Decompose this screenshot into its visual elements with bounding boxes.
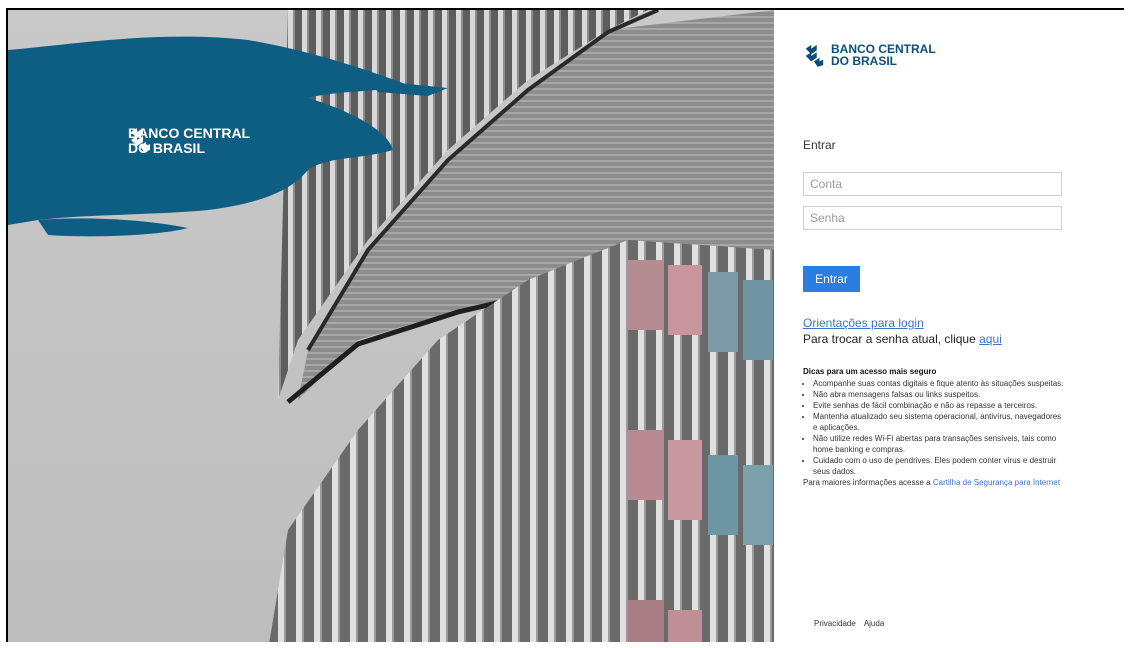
security-tips: Dicas para um acesso mais seguro Acompan… [803, 366, 1065, 488]
tips-heading: Dicas para um acesso mais seguro [803, 367, 937, 376]
privacy-link[interactable]: Privacidade [814, 619, 856, 628]
photo-brand-logo: BANCO CENTRAL DO BRASIL [128, 126, 250, 156]
tip-item: Cuidado com o uso de pendrives. Eles pod… [813, 455, 1065, 477]
change-password-link[interactable]: aqui [979, 332, 1002, 346]
tip-item: Acompanhe suas contas digitais e fique a… [813, 378, 1065, 389]
footer: Privacidade Ajuda [814, 619, 884, 628]
building-illustration [8, 10, 774, 642]
security-booklet-link[interactable]: Cartilha de Segurança para Internet [933, 478, 1060, 487]
tip-item: Não abra mensagens falsas ou links suspe… [813, 389, 1065, 400]
bcb-emblem-icon [131, 128, 150, 152]
bcb-emblem-icon [805, 44, 824, 67]
password-input[interactable] [803, 206, 1062, 230]
brand-line-2: DO BRASIL [831, 54, 897, 68]
login-guidance-link[interactable]: Orientações para login [803, 316, 924, 330]
change-password-line: Para trocar a senha atual, clique aqui [803, 332, 1002, 346]
login-submit-button[interactable]: Entrar [803, 266, 860, 292]
tip-item: Mantenha atualizado seu sistema operacio… [813, 411, 1065, 433]
page-frame: BANCO CENTRAL DO BRASIL [6, 8, 1124, 642]
tip-item: Não utilize redes Wi-Fi abertas para tra… [813, 433, 1065, 455]
help-link[interactable]: Ajuda [864, 619, 884, 628]
account-input[interactable] [803, 172, 1062, 196]
background-photo: BANCO CENTRAL DO BRASIL [8, 10, 774, 642]
more-info-text: Para maiores informações acesse a [803, 478, 933, 487]
tip-item: Evite senhas de fácil combinação e não a… [813, 400, 1065, 411]
panel-brand-logo: BANCO CENTRAL DO BRASIL [803, 43, 936, 67]
tips-list: Acompanhe suas contas digitais e fique a… [803, 378, 1065, 477]
login-title: Entrar [803, 138, 836, 152]
more-info-line: Para maiores informações acesse a Cartil… [803, 477, 1065, 488]
change-password-text: Para trocar a senha atual, clique [803, 332, 980, 346]
